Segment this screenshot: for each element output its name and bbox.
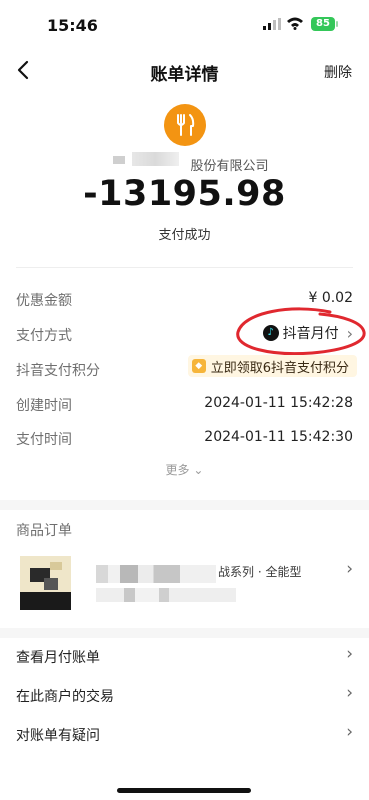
view-monthly-bill-row[interactable]: 查看月付账单 › (0, 637, 369, 675)
merchant-name-text: 股份有限公司 (190, 159, 269, 174)
nav-bar: 账单详情 删除 (0, 50, 369, 90)
view-monthly-bill-label: 查看月付账单 (16, 650, 100, 666)
points-label: 抖音支付积分 (16, 363, 100, 379)
more-button[interactable]: 更多 ⌄ (0, 461, 369, 478)
home-indicator (117, 788, 251, 793)
product-name[interactable]: 战系列 · 全能型 (218, 563, 301, 580)
wifi-icon (287, 17, 303, 30)
product-name-redacted-b (96, 588, 236, 602)
product-thumbnail[interactable] (20, 556, 71, 610)
more-label: 更多 (165, 463, 190, 477)
delete-button[interactable]: 删除 (324, 62, 352, 82)
created-time-label: 创建时间 (16, 398, 72, 414)
points-value: 立即领取6抖音支付积分 (210, 360, 349, 376)
divider (16, 267, 353, 268)
payment-method-label: 支付方式 (16, 328, 72, 344)
merchant-name: 股份有限公司 (0, 155, 369, 174)
merchant-transactions-label: 在此商户的交易 (16, 689, 114, 705)
paid-time-label: 支付时间 (16, 432, 72, 448)
battery-tip (336, 21, 338, 27)
status-bar: 15:46 85 (0, 0, 369, 50)
paid-time-value: 2024-01-11 15:42:30 (204, 429, 353, 445)
bill-question-label: 对账单有疑问 (16, 728, 100, 744)
discount-value: ¥ 0.02 (308, 290, 353, 306)
merchant-transactions-row[interactable]: 在此商户的交易 › (0, 676, 369, 714)
page-title: 账单详情 (150, 65, 219, 85)
fork-knife-icon (164, 104, 206, 146)
diamond-icon: ◆ (191, 359, 206, 373)
bill-question-row[interactable]: 对账单有疑问 › (0, 715, 369, 753)
section-separator (0, 500, 369, 510)
created-time-value: 2024-01-11 15:42:28 (204, 395, 353, 411)
payment-amount: -13195.98 (83, 174, 286, 214)
product-name-redacted-a (96, 565, 216, 583)
battery-icon: 85 (311, 17, 335, 31)
chevron-down-icon: ⌄ (193, 463, 204, 477)
signal-icon (263, 18, 281, 30)
chevron-right-icon: › (346, 722, 353, 742)
order-section-title: 商品订单 (16, 523, 72, 539)
chevron-right-icon: › (346, 644, 353, 664)
payment-status: 支付成功 (158, 228, 211, 243)
chevron-right-icon[interactable]: › (346, 559, 353, 579)
discount-label: 优惠金额 (16, 293, 72, 309)
chevron-right-icon: › (346, 683, 353, 703)
claim-points-button[interactable]: ◆ 立即领取6抖音支付积分 (187, 355, 357, 377)
status-time: 15:46 (47, 16, 98, 35)
annotation-circle (236, 307, 366, 356)
